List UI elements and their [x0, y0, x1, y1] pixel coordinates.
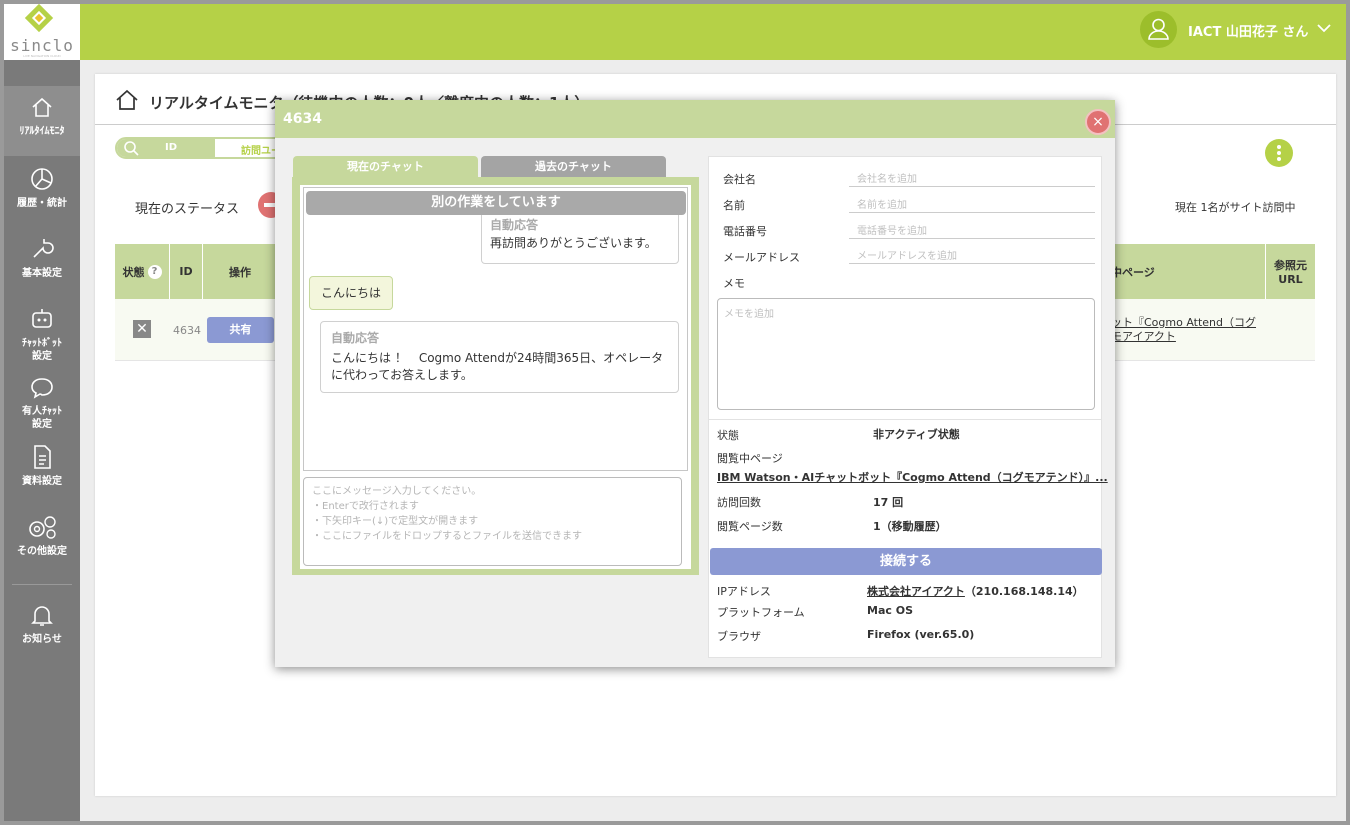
auto-reply-bubble: 自動応答 こんにちは ！ Cogmo Attendが24時間365日、オペレータ… — [320, 321, 679, 393]
input-hint: ・ここにファイルをドロップするとファイルを送信できます — [312, 531, 582, 542]
visitor-message-bubble: こんにちは — [309, 276, 393, 310]
ip-address: （210.168.148.14） — [964, 585, 1084, 598]
memo-field[interactable]: メモを追加 — [717, 298, 1095, 410]
auto-reply-message: こんにちは ！ Cogmo Attendが24時間365日、オペレータに代わって… — [331, 351, 664, 382]
visits-value: 17 回 — [873, 496, 904, 509]
chat-log[interactable]: 自動応答 再訪問ありがとうございます。 別の作業をしています こんにちは 自動応… — [303, 187, 688, 471]
company-label: 会社名 — [723, 173, 756, 186]
browser-label: ブラウザ — [717, 630, 761, 643]
input-hint: ・下矢印キー(↓)で定型文が開きます — [312, 516, 479, 527]
ip-value-group: 株式会社アイアクト（210.168.148.14） — [867, 583, 1084, 599]
phone-field[interactable]: 電話番号を追加 — [849, 219, 1095, 239]
viewing-page-label: 閲覧中ページ — [717, 452, 783, 465]
browser-value: Firefox (ver.65.0) — [867, 628, 975, 641]
page-count-value[interactable]: 1（移動履歴） — [873, 518, 947, 534]
chat-message-input[interactable]: ここにメッセージ入力してください。 ・Enterで改行されます ・下矢印キー(↓… — [303, 477, 682, 566]
visits-label: 訪問回数 — [717, 496, 761, 509]
memo-label: メモ — [723, 277, 745, 290]
auto-reply-bubble: 自動応答 再訪問ありがとうございます。 — [481, 207, 679, 264]
email-field[interactable]: メールアドレスを追加 — [849, 244, 1095, 264]
viewing-page-link[interactable]: IBM Watson・AIチャットボット『Cogmo Attend（コグモアテン… — [717, 469, 1109, 485]
state-value: 非アクティブ状態 — [873, 428, 960, 441]
input-hint: ・Enterで改行されます — [312, 501, 419, 512]
app-frame: sinclo LIVE NAVIGATION CLOUD ﾘｱﾙﾀｲﾑﾓﾆﾀ 履… — [4, 4, 1346, 821]
busy-banner: 別の作業をしています — [306, 191, 686, 215]
auto-reply-label: 自動応答 — [331, 331, 380, 345]
input-hint: ここにメッセージ入力してください。 — [312, 486, 482, 497]
email-label: メールアドレス — [723, 251, 800, 264]
modal-title: 4634 — [283, 111, 322, 127]
company-field[interactable]: 会社名を追加 — [849, 167, 1095, 187]
ip-label: IPアドレス — [717, 585, 771, 598]
tab-past-chat[interactable]: 過去のチャット — [481, 156, 666, 178]
chat-inner: 自動応答 再訪問ありがとうございます。 別の作業をしています こんにちは 自動応… — [300, 185, 691, 569]
close-button[interactable]: × — [1085, 109, 1111, 135]
state-label: 状態 — [717, 429, 739, 442]
chat-panel: 自動応答 再訪問ありがとうございます。 別の作業をしています こんにちは 自動応… — [292, 177, 699, 575]
phone-label: 電話番号 — [723, 225, 767, 238]
page-count-label: 閲覧ページ数 — [717, 520, 783, 533]
platform-label: プラットフォーム — [717, 606, 805, 619]
auto-reply-label: 自動応答 — [490, 218, 539, 232]
tab-current-chat[interactable]: 現在のチャット — [293, 156, 478, 178]
name-label: 名前 — [723, 199, 745, 212]
platform-value: Mac OS — [867, 604, 913, 617]
connect-button[interactable]: 接続する — [710, 548, 1102, 575]
visitor-info-panel: 会社名 会社名を追加 名前 名前を追加 電話番号 電話番号を追加 メールアドレス… — [708, 156, 1108, 658]
info-divider — [709, 419, 1101, 420]
ip-company-link[interactable]: 株式会社アイアクト — [867, 585, 965, 598]
modal-header: 4634 × — [275, 100, 1115, 138]
name-field[interactable]: 名前を追加 — [849, 193, 1095, 213]
auto-reply-message: 再訪問ありがとうございます。 — [490, 236, 657, 250]
visitor-detail-modal: 4634 × 現在のチャット 過去のチャット 自動応答 再訪問ありがとうございま… — [275, 100, 1115, 667]
